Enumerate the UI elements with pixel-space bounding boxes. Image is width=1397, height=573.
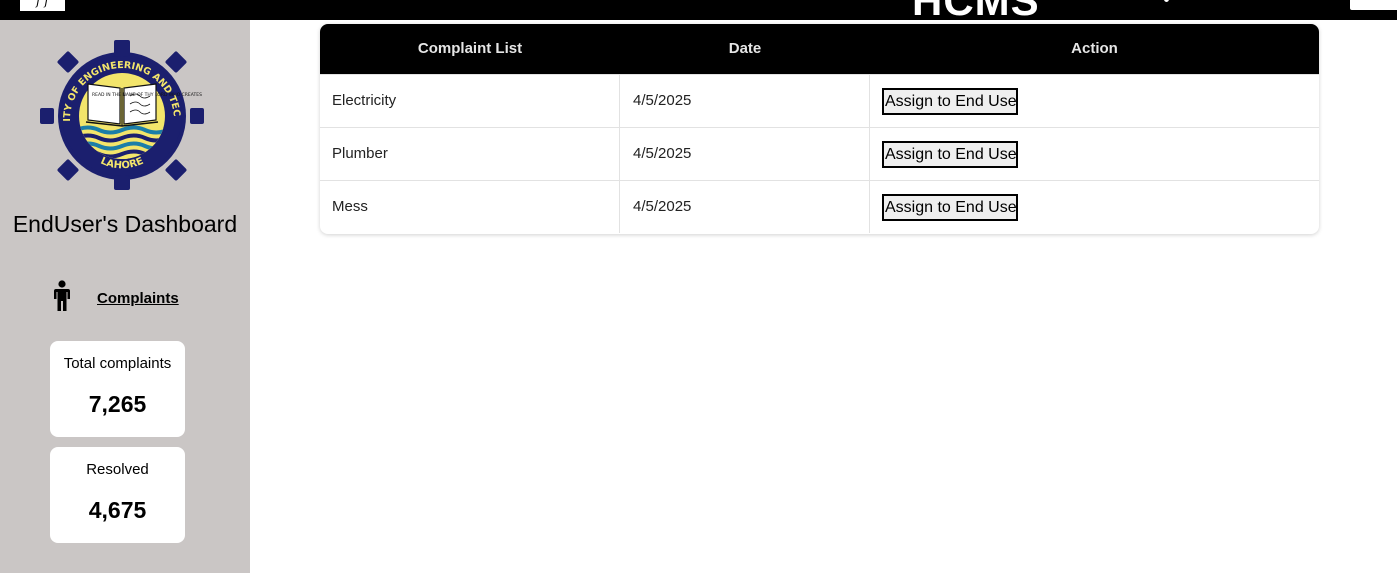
table-row: Plumber 4/5/2025 Assign to End User [320,127,1319,180]
action-cell: Assign to End User [870,128,1319,180]
complaint-cell: Electricity [320,75,620,127]
assign-to-end-user-button[interactable]: Assign to End User [882,194,1018,221]
action-cell: Assign to End User [870,181,1319,233]
table-row: Mess 4/5/2025 Assign to End User [320,180,1319,233]
column-header-action: Action [1071,40,1118,57]
action-cell: Assign to End User [870,75,1319,127]
assign-to-end-user-button[interactable]: Assign to End User [882,141,1018,168]
stat-card-resolved: Resolved 4,675 [50,447,185,543]
stat-label: Resolved [86,461,149,478]
app-title: HCMS [912,0,1040,20]
top-left-mark: f f [36,0,49,8]
sidebar-item-complaints[interactable]: Complaints [97,290,179,307]
book-icon [85,83,159,127]
date-cell: 4/5/2025 [620,75,870,127]
dashboard-title: EndUser's Dashboard [12,211,238,237]
person-icon [54,280,70,311]
stat-value: 4,675 [88,497,147,523]
top-header: f f HCMS [0,0,1397,20]
uet-logo: UNIVERSITY OF ENGINEERING AND TECHNOLOGY… [40,40,204,190]
stat-card-total: Total complaints 7,265 [50,341,185,437]
stat-value: 7,265 [88,391,147,417]
table-header: Complaint List Date Action [320,24,1319,74]
top-left-brand[interactable]: f f [20,0,65,11]
table-row: Electricity 4/5/2025 Assign to End User [320,74,1319,127]
date-cell: 4/5/2025 [620,128,870,180]
date-cell: 4/5/2025 [620,181,870,233]
assign-to-end-user-button[interactable]: Assign to End User [882,88,1018,115]
complaint-table: Complaint List Date Action Electricity 4… [320,24,1319,234]
column-header-complaint: Complaint List [417,40,523,57]
stat-label: Total complaints [63,355,172,372]
top-right-button[interactable] [1350,0,1397,10]
sidebar: UNIVERSITY OF ENGINEERING AND TECHNOLOGY… [0,20,250,573]
header-dot [1164,0,1169,2]
complaint-cell: Mess [320,181,620,233]
complaint-cell: Plumber [320,128,620,180]
column-header-date: Date [728,40,762,57]
